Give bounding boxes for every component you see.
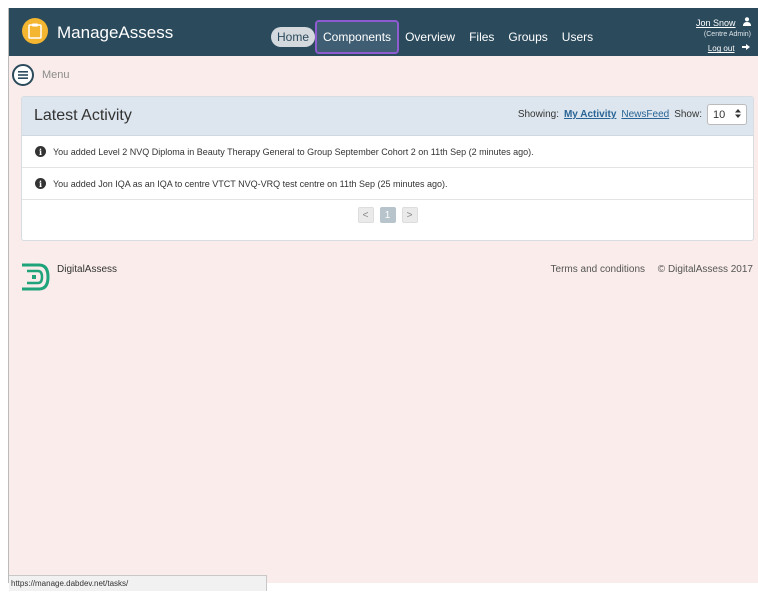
activity-row: i You added Jon IQA as an IQA to centre … [22,168,753,200]
newsfeed-link[interactable]: NewsFeed [621,109,669,120]
panel-title: Latest Activity [34,107,132,124]
my-activity-link[interactable]: My Activity [564,109,616,120]
nav-components[interactable]: Components [315,20,400,54]
showing-label: Showing: [517,109,559,120]
copyright-text: © DigitalAssess 2017 [657,264,753,275]
updown-icon [735,108,741,121]
logout-icon[interactable] [742,38,751,56]
menu-label[interactable]: Menu [42,69,70,81]
nav-overview[interactable]: Overview [399,27,461,47]
digitalassess-logo-icon[interactable] [19,262,51,297]
activity-text: You added Level 2 NVQ Diploma in Beauty … [53,146,534,157]
info-icon: i [35,146,46,157]
nav-files[interactable]: Files [463,27,500,47]
next-page-button[interactable]: > [401,207,418,223]
browser-viewport: ManageAssess Home Components Overview Fi… [8,8,758,591]
user-name-link[interactable]: Jon Snow [696,18,736,28]
status-bar-url: https://manage.dabdev.net/tasks/ [9,575,267,591]
nav-users[interactable]: Users [556,27,599,47]
hamburger-icon[interactable] [12,64,34,86]
nav-groups[interactable]: Groups [502,27,553,47]
top-navbar: ManageAssess Home Components Overview Fi… [9,8,758,56]
nav-home[interactable]: Home [271,27,316,47]
terms-link[interactable]: Terms and conditions [551,264,646,275]
latest-activity-panel: Latest Activity Showing: My Activity New… [21,96,754,241]
show-count-select[interactable]: 10 [707,104,747,125]
page-1-button[interactable]: 1 [379,207,396,223]
activity-text: You added Jon IQA as an IQA to centre VT… [53,178,448,189]
user-icon [743,13,751,31]
clipboard-icon[interactable] [22,18,48,44]
footer-links: Terms and conditions © DigitalAssess 201… [551,264,753,275]
show-label: Show: [674,109,702,120]
menu-row: Menu [12,64,70,86]
app-brand[interactable]: ManageAssess [57,23,173,43]
user-box: Jon Snow (Centre Admin) Log out [696,13,751,56]
activity-filters: Showing: My Activity NewsFeed Show: 10 [518,104,747,125]
footer-brand: DigitalAssess [57,264,118,275]
prev-page-button[interactable]: < [357,207,374,223]
info-icon: i [35,178,46,189]
main-nav: Home Components Overview Files Groups Us… [271,20,601,54]
panel-header: Latest Activity Showing: My Activity New… [22,97,753,136]
activity-row: i You added Level 2 NVQ Diploma in Beaut… [22,136,753,168]
logout-link[interactable]: Log out [708,44,735,53]
user-role: (Centre Admin) [703,31,751,39]
pagination: < 1 > [22,207,753,223]
show-count-value: 10 [713,108,726,121]
